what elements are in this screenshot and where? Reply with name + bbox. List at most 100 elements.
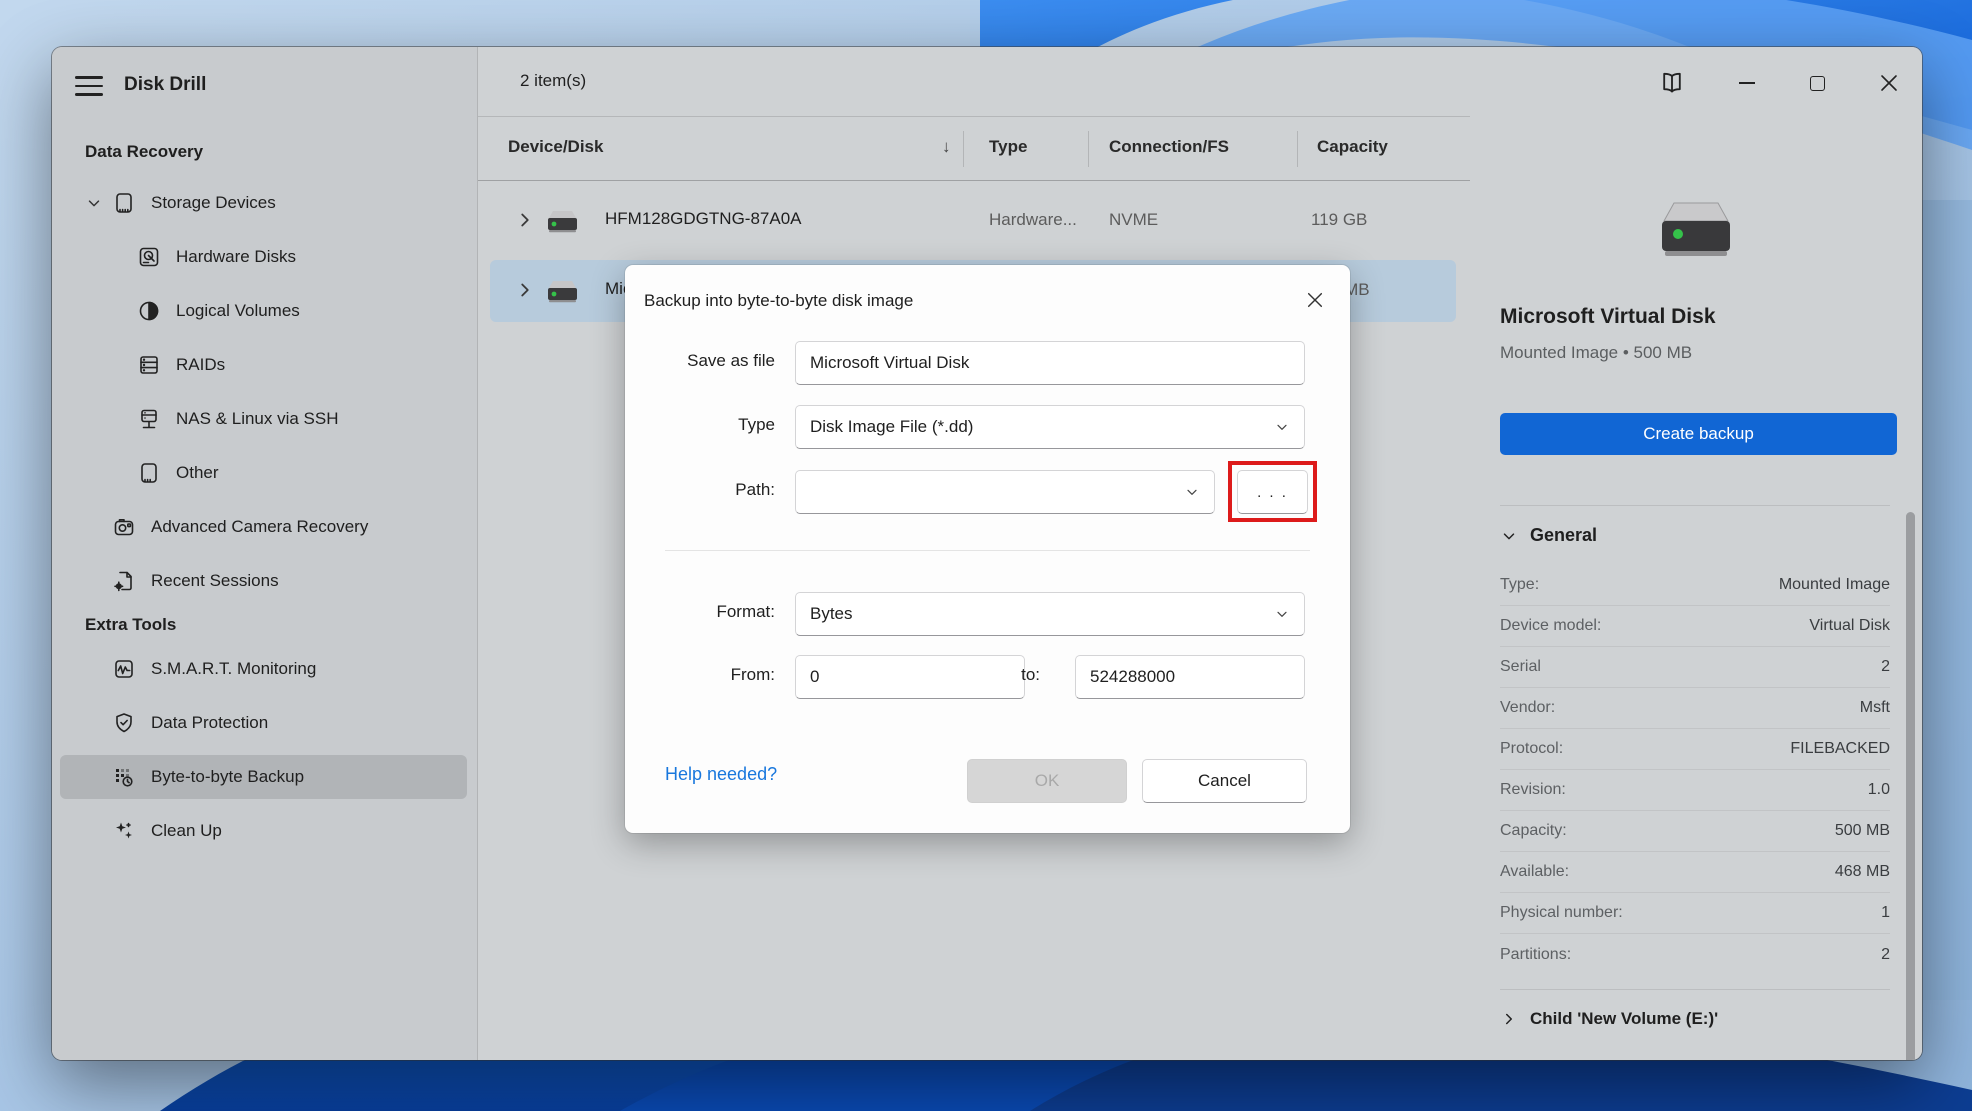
child-volume-section-header[interactable]: Child 'New Volume (E:)' [1500, 1009, 1718, 1029]
property-row: Device model: Virtual Disk [1500, 606, 1890, 647]
divider [1500, 505, 1890, 506]
type-select[interactable]: Disk Image File (*.dd) [795, 405, 1305, 449]
sidebar-item-label: Logical Volumes [176, 301, 300, 321]
sidebar-item-byte-to-byte-backup[interactable]: Byte-to-byte Backup [60, 755, 467, 799]
open-book-icon [1659, 70, 1685, 96]
column-header-capacity[interactable]: Capacity [1317, 137, 1388, 157]
property-row: Serial 2 [1500, 647, 1890, 688]
column-header-device-disk[interactable]: Device/Disk [508, 137, 603, 157]
sidebar-item-label: Data Protection [151, 713, 268, 733]
path-select[interactable] [795, 470, 1215, 514]
create-backup-button[interactable]: Create backup [1500, 413, 1897, 455]
to-label: to: [890, 665, 1040, 685]
raids-icon [137, 353, 161, 377]
hardware-disks-icon [137, 245, 161, 269]
sidebar-item-advanced-camera-recovery[interactable]: Advanced Camera Recovery [60, 505, 467, 549]
smart-monitoring-icon [112, 657, 136, 681]
format-select[interactable]: Bytes [795, 592, 1305, 636]
byte-backup-icon [112, 765, 136, 789]
property-row: Available: 468 MB [1500, 852, 1890, 893]
sidebar-item-label: Storage Devices [151, 193, 276, 213]
type-row: Type Disk Image File (*.dd) [625, 405, 1350, 449]
camera-icon [112, 515, 136, 539]
property-row: Capacity: 500 MB [1500, 811, 1890, 852]
logical-volumes-icon [137, 299, 161, 323]
chevron-down-icon [1274, 606, 1290, 622]
chevron-down-icon[interactable] [85, 194, 112, 212]
device-connection: NVME [1109, 210, 1158, 230]
sidebar-item-clean-up[interactable]: Clean Up [60, 809, 467, 853]
to-input[interactable] [1076, 656, 1304, 698]
path-label: Path: [625, 480, 775, 500]
chevron-down-icon [1500, 527, 1518, 545]
column-header-type[interactable]: Type [989, 137, 1027, 157]
close-icon [1306, 291, 1324, 309]
sidebar-item-nas-linux-ssh[interactable]: NAS & Linux via SSH [60, 397, 467, 441]
sidebar-item-label: S.M.A.R.T. Monitoring [151, 659, 316, 679]
sidebar: Disk Drill Data Recovery Storage Devices… [52, 47, 478, 1060]
browse-path-button[interactable]: . . . [1237, 470, 1308, 514]
disk-drive-illustration [1648, 195, 1744, 268]
table-row[interactable]: HFM128GDGTNG-87A0A Hardware... NVME 119 … [490, 190, 1456, 252]
sidebar-item-label: Advanced Camera Recovery [151, 517, 368, 537]
general-section-header[interactable]: General [1500, 525, 1597, 546]
sidebar-item-label: Other [176, 463, 219, 483]
property-list: Type: Mounted Image Device model: Virtua… [1500, 565, 1890, 975]
ok-button[interactable]: OK [967, 759, 1127, 803]
sessions-icon [112, 569, 136, 593]
chevron-down-icon [1274, 419, 1290, 435]
device-detail-subtitle: Mounted Image • 500 MB [1500, 343, 1692, 363]
format-row: Format: Bytes [625, 592, 1350, 636]
maximize-button[interactable] [1800, 67, 1834, 99]
device-name: HFM128GDGTNG-87A0A [605, 209, 802, 229]
other-drive-icon [137, 461, 161, 485]
knowledge-base-button[interactable] [1655, 67, 1689, 99]
hamburger-menu-icon[interactable] [75, 71, 109, 101]
sort-descending-icon[interactable]: ↓ [942, 137, 951, 157]
save-as-field-wrap [795, 341, 1305, 385]
sidebar-section-data-recovery: Data Recovery [52, 140, 477, 164]
dialog-divider [665, 550, 1310, 551]
cancel-button[interactable]: Cancel [1142, 759, 1307, 803]
device-details-panel: Microsoft Virtual Disk Mounted Image • 5… [1470, 47, 1922, 1060]
sidebar-item-storage-devices[interactable]: Storage Devices [60, 181, 467, 225]
minimize-icon [1739, 82, 1755, 84]
sidebar-item-logical-volumes[interactable]: Logical Volumes [60, 289, 467, 333]
sidebar-item-smart-monitoring[interactable]: S.M.A.R.T. Monitoring [60, 647, 467, 691]
from-label: From: [625, 665, 775, 685]
column-header-connection-fs[interactable]: Connection/FS [1109, 137, 1229, 157]
screen: Disk Drill Data Recovery Storage Devices… [0, 0, 1972, 1111]
property-row: Protocol: FILEBACKED [1500, 729, 1890, 770]
device-type: Hardware... [989, 210, 1077, 230]
sidebar-header: Disk Drill [52, 47, 477, 140]
sidebar-item-other[interactable]: Other [60, 451, 467, 495]
device-capacity: 119 GB [1311, 210, 1367, 230]
close-window-button[interactable] [1872, 67, 1906, 99]
dialog-title: Backup into byte-to-byte disk image [644, 291, 913, 311]
minimize-button[interactable] [1730, 67, 1764, 99]
to-field-wrap [1075, 655, 1305, 699]
property-row: Type: Mounted Image [1500, 565, 1890, 606]
disk-drive-icon [542, 277, 582, 305]
sidebar-section-extra-tools: Extra Tools [52, 613, 477, 637]
chevron-right-icon[interactable] [514, 209, 536, 231]
sidebar-item-hardware-disks[interactable]: Hardware Disks [60, 235, 467, 279]
chevron-right-icon [1500, 1010, 1518, 1028]
shield-check-icon [112, 711, 136, 735]
sidebar-item-recent-sessions[interactable]: Recent Sessions [60, 559, 467, 603]
chevron-right-icon[interactable] [514, 279, 536, 301]
sidebar-item-label: Hardware Disks [176, 247, 296, 267]
path-row: Path: . . . [625, 470, 1350, 514]
sidebar-item-raids[interactable]: RAIDs [60, 343, 467, 387]
help-link[interactable]: Help needed? [665, 764, 777, 785]
sidebar-item-label: NAS & Linux via SSH [176, 409, 339, 429]
format-label: Format: [625, 602, 775, 622]
scrollbar[interactable] [1906, 512, 1915, 1060]
dialog-close-button[interactable] [1300, 285, 1330, 315]
sidebar-item-data-protection[interactable]: Data Protection [60, 701, 467, 745]
items-count: 2 item(s) [520, 71, 586, 91]
sidebar-item-label: Byte-to-byte Backup [151, 767, 304, 787]
save-as-input[interactable] [796, 342, 1304, 384]
sidebar-item-label: RAIDs [176, 355, 225, 375]
close-icon [1879, 73, 1899, 93]
